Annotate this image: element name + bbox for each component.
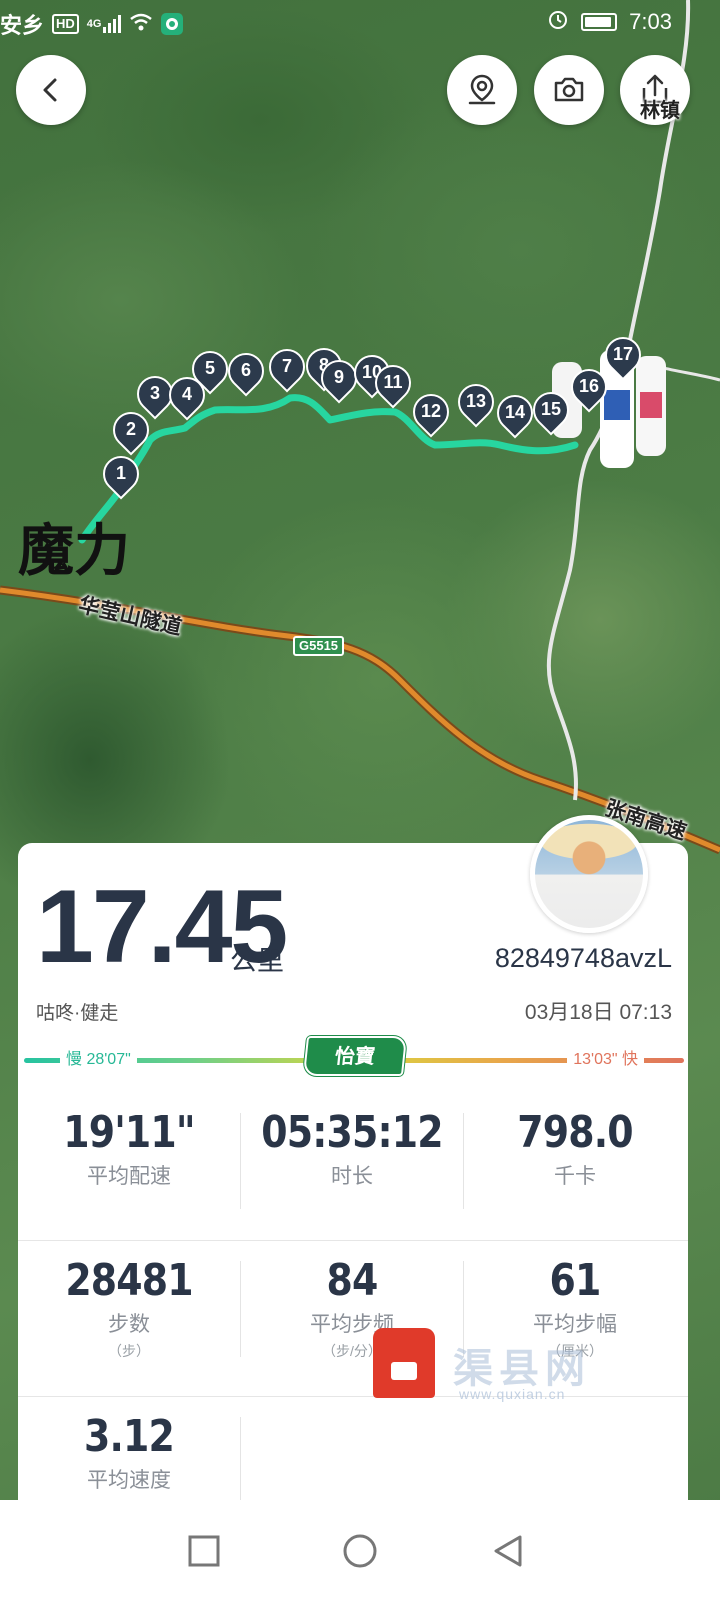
nav-back-button[interactable] xyxy=(486,1528,532,1574)
waypoint-number: 11 xyxy=(383,372,403,392)
system-nav-bar xyxy=(0,1500,720,1600)
waypoint-number: 9 xyxy=(333,367,344,387)
waypoint-marker[interactable]: 15 xyxy=(525,384,577,436)
stat-unit: （步） xyxy=(108,1343,150,1359)
waypoint-marker[interactable]: 1 xyxy=(95,448,147,500)
square-icon xyxy=(188,1535,220,1567)
wifi-icon xyxy=(129,11,153,37)
avatar[interactable] xyxy=(530,815,648,933)
stat-steps: 28481 步数 （步） xyxy=(18,1241,240,1361)
waypoint-marker[interactable]: 9 xyxy=(313,352,365,404)
stat-value: 61 xyxy=(549,1255,602,1306)
waypoint-number: 17 xyxy=(612,344,634,364)
recents-button[interactable] xyxy=(181,1528,227,1574)
status-bar: 安乡 HD 4G 7:03 xyxy=(0,0,720,46)
stat-avg-pace: 19'11" 平均配速 xyxy=(18,1093,240,1190)
pace-bar: 慢 28'07" 怡寶 13'03" 快 xyxy=(24,1036,684,1076)
stat-label: 千卡 xyxy=(554,1165,596,1188)
location-button[interactable] xyxy=(447,55,517,125)
waypoint-marker[interactable]: 6 xyxy=(220,345,272,397)
stat-value: 05:35:12 xyxy=(261,1107,443,1158)
waypoint-number: 1 xyxy=(115,463,126,483)
pace-slowest: 慢 28'07" xyxy=(60,1049,137,1071)
waypoint-marker[interactable]: 12 xyxy=(405,386,457,438)
waypoint-marker[interactable]: 5 xyxy=(184,343,236,395)
stats-row: 3.12 平均速度 xyxy=(18,1396,688,1500)
pace-fastest: 13'03" 快 xyxy=(567,1049,644,1071)
stat-label: 时长 xyxy=(331,1165,373,1188)
place-label: 魔力 xyxy=(18,519,130,582)
waypoint-marker[interactable]: 11 xyxy=(367,357,419,409)
watermark-logo-icon xyxy=(373,1328,435,1398)
username: 82849748avzL xyxy=(494,943,672,973)
stat-value: 84 xyxy=(326,1255,379,1306)
waypoint-number: 13 xyxy=(465,391,487,411)
waypoint-number: 6 xyxy=(240,360,251,380)
stat-value: 28481 xyxy=(65,1255,193,1306)
stat-avg-speed: 3.12 平均速度 xyxy=(18,1397,240,1494)
home-button[interactable] xyxy=(337,1528,383,1574)
waypoint-number: 5 xyxy=(204,358,215,378)
back-icon xyxy=(43,78,57,102)
alarm-icon xyxy=(547,8,569,36)
waypoint-marker[interactable]: 3 xyxy=(129,368,181,420)
waypoint-number: 12 xyxy=(420,401,442,421)
stat-duration: 05:35:12 时长 xyxy=(241,1093,463,1190)
stat-value: 3.12 xyxy=(84,1411,175,1462)
triangle-back-icon xyxy=(494,1535,522,1567)
watermark: 渠县网 www.quxian.cn xyxy=(373,1328,663,1408)
distance-unit: 公里 xyxy=(230,946,284,976)
activity-datetime: 03月18日 07:13 xyxy=(524,1001,672,1024)
camera-button[interactable] xyxy=(534,55,604,125)
waypoint-marker[interactable]: 14 xyxy=(489,387,541,439)
divider xyxy=(240,1417,241,1500)
waypoint-number: 16 xyxy=(578,376,600,396)
stat-value: 798.0 xyxy=(517,1107,633,1158)
stats-card: 17.45 公里 82849748avzL 咕咚·健走 03月18日 07:13… xyxy=(18,843,688,1500)
camera-icon xyxy=(554,77,584,102)
status-time: 7:03 xyxy=(629,9,672,34)
app-notification-icon xyxy=(161,13,184,35)
watermark-url: www.quxian.cn xyxy=(459,1386,566,1402)
signal-icon xyxy=(103,15,122,33)
stats-row: 19'11" 平均配速 05:35:12 时长 798.0 千卡 xyxy=(18,1093,688,1247)
status-location: 安乡 xyxy=(0,13,45,38)
waypoint-marker[interactable]: 7 xyxy=(261,341,313,393)
waypoint-number: 15 xyxy=(540,399,562,419)
battery-icon xyxy=(581,13,618,31)
back-button[interactable] xyxy=(16,55,86,125)
network-label: 4G xyxy=(86,18,102,30)
waypoint-number: 7 xyxy=(281,356,292,376)
waypoint-number: 14 xyxy=(504,402,526,422)
highway-code-badge: G5515 xyxy=(293,636,345,656)
stat-label: 步数 xyxy=(108,1313,150,1336)
circle-icon xyxy=(343,1534,377,1568)
stat-label: 平均速度 xyxy=(87,1469,171,1492)
stat-value: 19'11" xyxy=(63,1107,195,1158)
stat-label: 平均配速 xyxy=(87,1165,171,1188)
waypoint-marker[interactable]: 16 xyxy=(563,361,615,413)
waypoint-marker[interactable]: 17 xyxy=(597,329,649,381)
sport-type: 咕咚·健走 xyxy=(36,1003,119,1024)
waypoint-marker[interactable]: 13 xyxy=(450,376,502,428)
location-pin-icon xyxy=(468,74,496,105)
corner-place-label: 林镇 xyxy=(640,100,680,122)
hd-indicator: HD xyxy=(52,14,79,34)
stat-calories: 798.0 千卡 xyxy=(464,1093,686,1190)
sponsor-logo: 怡寶 xyxy=(302,1036,408,1076)
